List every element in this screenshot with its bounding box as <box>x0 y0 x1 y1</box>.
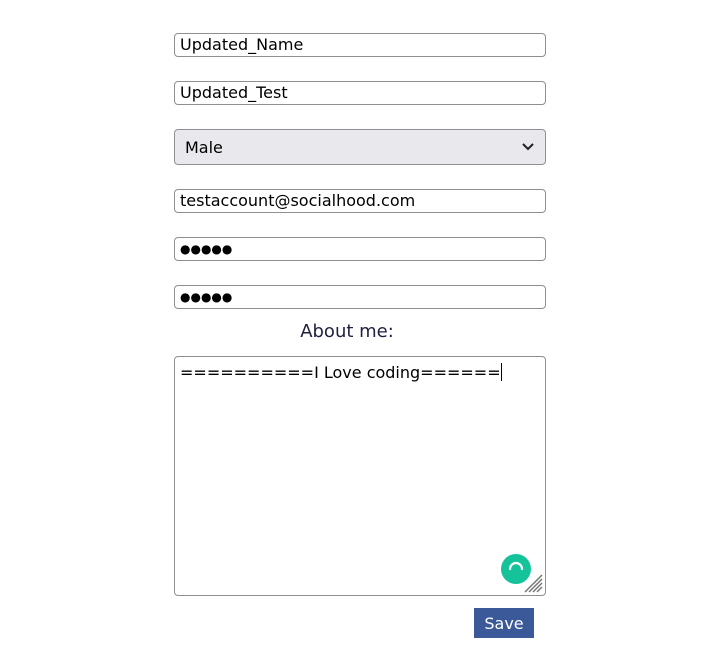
first-name-input[interactable]: Updated_Name <box>174 33 546 57</box>
confirm-password-input[interactable]: ●●●●● <box>174 285 546 309</box>
password-input[interactable]: ●●●●● <box>174 237 546 261</box>
about-me-text: ==========I Love coding====== <box>180 363 501 382</box>
about-me-label: About me: <box>300 321 394 342</box>
last-name-value: Updated_Test <box>180 83 288 102</box>
save-button[interactable]: Save <box>474 608 534 638</box>
first-name-value: Updated_Name <box>180 35 304 54</box>
resize-grip-icon[interactable] <box>523 573 543 593</box>
gender-select[interactable]: Male <box>174 129 546 165</box>
about-me-textarea[interactable]: ==========I Love coding====== <box>174 356 546 596</box>
gender-selected-value: Male <box>185 137 223 157</box>
chevron-down-icon <box>522 143 534 151</box>
email-input[interactable]: testaccount@socialhood.com <box>174 189 546 213</box>
password-mask: ●●●●● <box>180 242 233 256</box>
email-value: testaccount@socialhood.com <box>180 191 416 210</box>
confirm-password-mask: ●●●●● <box>180 290 233 304</box>
text-caret <box>500 363 502 381</box>
last-name-input[interactable]: Updated_Test <box>174 81 546 105</box>
